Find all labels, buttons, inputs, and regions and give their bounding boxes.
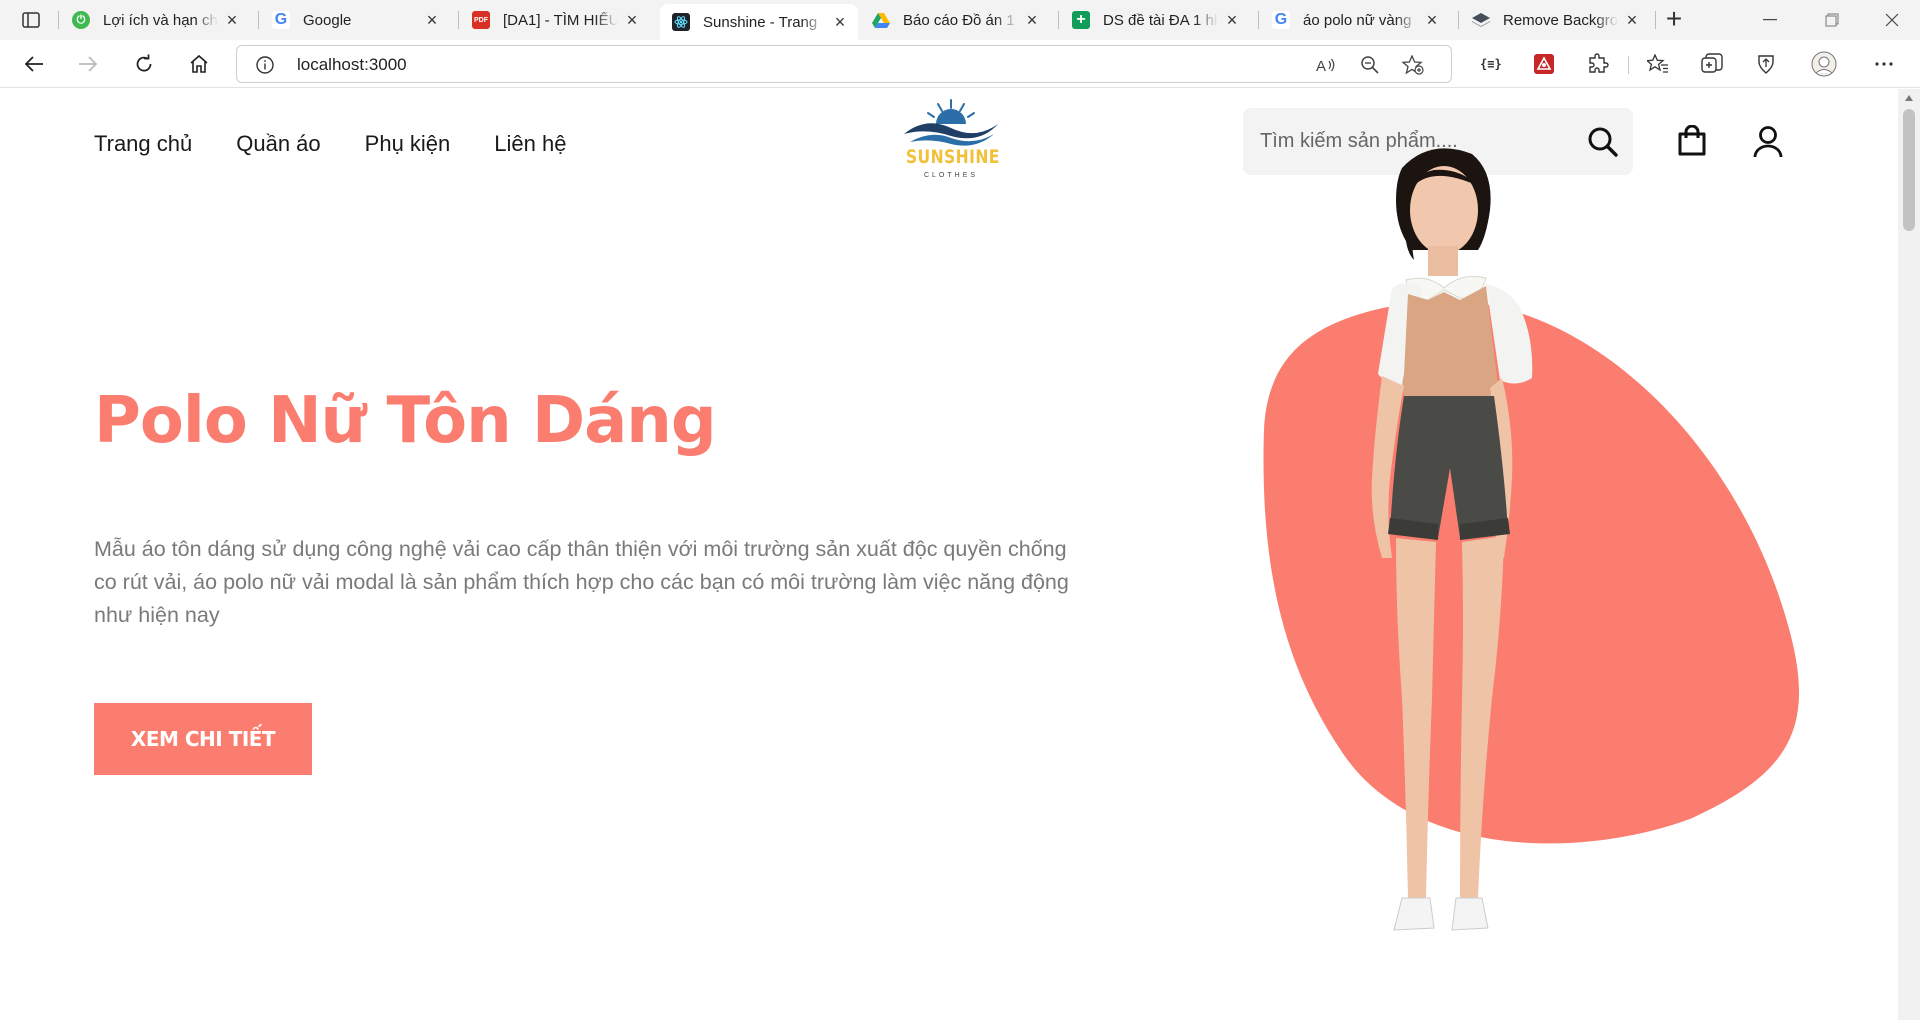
sunshine-logo[interactable]: SUNSHINE CLOTHES bbox=[896, 94, 1006, 194]
favorites-icon[interactable] bbox=[1642, 48, 1674, 80]
close-tab-icon[interactable]: × bbox=[224, 11, 240, 29]
sun-wave-logo-icon bbox=[904, 99, 998, 146]
tab-ao-polo[interactable]: G áo polo nữ vàng × bbox=[1260, 4, 1450, 36]
google-icon: G bbox=[1272, 11, 1290, 29]
close-tab-icon[interactable]: × bbox=[1424, 11, 1440, 29]
hero-description: Mẫu áo tôn dáng sử dụng công nghệ vải ca… bbox=[94, 537, 1069, 627]
tab-ds-de-tai[interactable]: + DS đề tài ĐA 1 hk × bbox=[1060, 4, 1250, 36]
model-image bbox=[1371, 148, 1533, 931]
minimize-icon[interactable] bbox=[1758, 8, 1782, 32]
tab-loi-ich[interactable]: ⏻ Lợi ích và hạn chế × bbox=[60, 4, 250, 36]
logo-sub-text: CLOTHES bbox=[923, 172, 979, 179]
tab-title: áo polo nữ vàng bbox=[1303, 11, 1412, 29]
extensions-icon[interactable] bbox=[1582, 48, 1614, 80]
tab-title: Remove Backgrou bbox=[1503, 11, 1618, 29]
settings-more-icon[interactable] bbox=[1868, 48, 1900, 80]
close-tab-icon[interactable]: × bbox=[624, 11, 640, 29]
browser-toolbar: localhost:3000 A {≡} bbox=[0, 40, 1920, 88]
profile-avatar-icon[interactable] bbox=[1808, 48, 1840, 80]
main-nav: Trang chủ Quần áo Phụ kiện Liên hệ bbox=[94, 131, 566, 157]
removebg-icon bbox=[1472, 11, 1490, 29]
green-power-icon: ⏻ bbox=[72, 11, 90, 29]
forward-icon[interactable] bbox=[72, 48, 104, 80]
svg-text:A: A bbox=[1316, 58, 1326, 74]
search-icon[interactable] bbox=[1587, 126, 1619, 158]
address-bar[interactable]: localhost:3000 A bbox=[236, 45, 1452, 83]
nav-clothes[interactable]: Quần áo bbox=[236, 131, 320, 157]
scroll-up-icon[interactable] bbox=[1904, 93, 1914, 103]
page-viewport: Trang chủ Quần áo Phụ kiện Liên hệ SUNSH… bbox=[0, 89, 1898, 1020]
tab-title: DS đề tài ĐA 1 hk bbox=[1103, 11, 1218, 29]
close-tab-icon[interactable]: × bbox=[1224, 11, 1240, 29]
browser-essentials-icon[interactable] bbox=[1750, 48, 1782, 80]
refresh-icon[interactable] bbox=[128, 48, 160, 80]
react-icon bbox=[672, 13, 690, 31]
red-extension-icon[interactable] bbox=[1528, 48, 1560, 80]
pdf-icon: PDF bbox=[472, 11, 490, 29]
tab-google[interactable]: G Google × bbox=[260, 4, 450, 36]
tab-sunshine[interactable]: Sunshine - Trang × bbox=[660, 4, 858, 40]
user-icon[interactable] bbox=[1752, 125, 1784, 159]
new-tab-button[interactable]: + bbox=[1660, 5, 1688, 34]
scrollbar-thumb[interactable] bbox=[1903, 109, 1915, 231]
site-info-icon[interactable] bbox=[255, 55, 275, 80]
close-tab-icon[interactable]: × bbox=[1024, 11, 1040, 29]
shopping-bag-icon[interactable] bbox=[1677, 124, 1707, 157]
zoom-icon[interactable] bbox=[1358, 53, 1382, 77]
tab-title: Lợi ích và hạn chế bbox=[103, 11, 218, 29]
page-scrollbar[interactable] bbox=[1898, 89, 1920, 1020]
google-sheets-icon: + bbox=[1072, 11, 1090, 29]
view-details-button[interactable]: XEM CHI TIẾT bbox=[94, 703, 312, 775]
json-viewer-extension-icon[interactable]: {≡} bbox=[1474, 48, 1506, 80]
close-tab-icon[interactable]: × bbox=[1624, 11, 1640, 29]
nav-accessories[interactable]: Phụ kiện bbox=[365, 131, 451, 157]
tab-actions-icon[interactable] bbox=[14, 8, 48, 32]
back-icon[interactable] bbox=[18, 48, 50, 80]
tab-title: [DA1] - TÌM HIỂU bbox=[503, 11, 618, 29]
browser-tab-bar: ⏻ Lợi ích và hạn chế × G Google × PDF [D… bbox=[0, 0, 1920, 40]
hero-title: Polo Nữ Tôn Dáng bbox=[94, 384, 717, 458]
tab-da1-pdf[interactable]: PDF [DA1] - TÌM HIỂU × bbox=[460, 4, 650, 36]
close-window-icon[interactable] bbox=[1880, 8, 1904, 32]
logo-brand-text: SUNSHINE bbox=[905, 146, 1000, 168]
tab-bao-cao[interactable]: Báo cáo Đồ án 1 × bbox=[860, 4, 1050, 36]
collections-icon[interactable] bbox=[1696, 48, 1728, 80]
read-aloud-icon[interactable]: A bbox=[1314, 53, 1338, 77]
google-drive-icon bbox=[872, 11, 890, 29]
google-icon: G bbox=[272, 11, 290, 29]
tab-title: Báo cáo Đồ án 1 bbox=[903, 11, 1015, 29]
svg-text:{≡}: {≡} bbox=[1480, 57, 1501, 71]
home-icon[interactable] bbox=[183, 48, 215, 80]
tab-remove-bg[interactable]: Remove Backgrou × bbox=[1460, 4, 1650, 36]
close-tab-icon[interactable]: × bbox=[424, 11, 440, 29]
restore-icon[interactable] bbox=[1820, 8, 1844, 32]
tab-title: Sunshine - Trang bbox=[703, 13, 818, 31]
nav-home[interactable]: Trang chủ bbox=[94, 131, 192, 157]
close-tab-icon[interactable]: × bbox=[832, 13, 848, 31]
url-text: localhost:3000 bbox=[297, 55, 407, 74]
tab-title: Google bbox=[303, 11, 352, 29]
add-favorite-icon[interactable] bbox=[1401, 53, 1425, 77]
nav-contact[interactable]: Liên hệ bbox=[494, 131, 566, 157]
